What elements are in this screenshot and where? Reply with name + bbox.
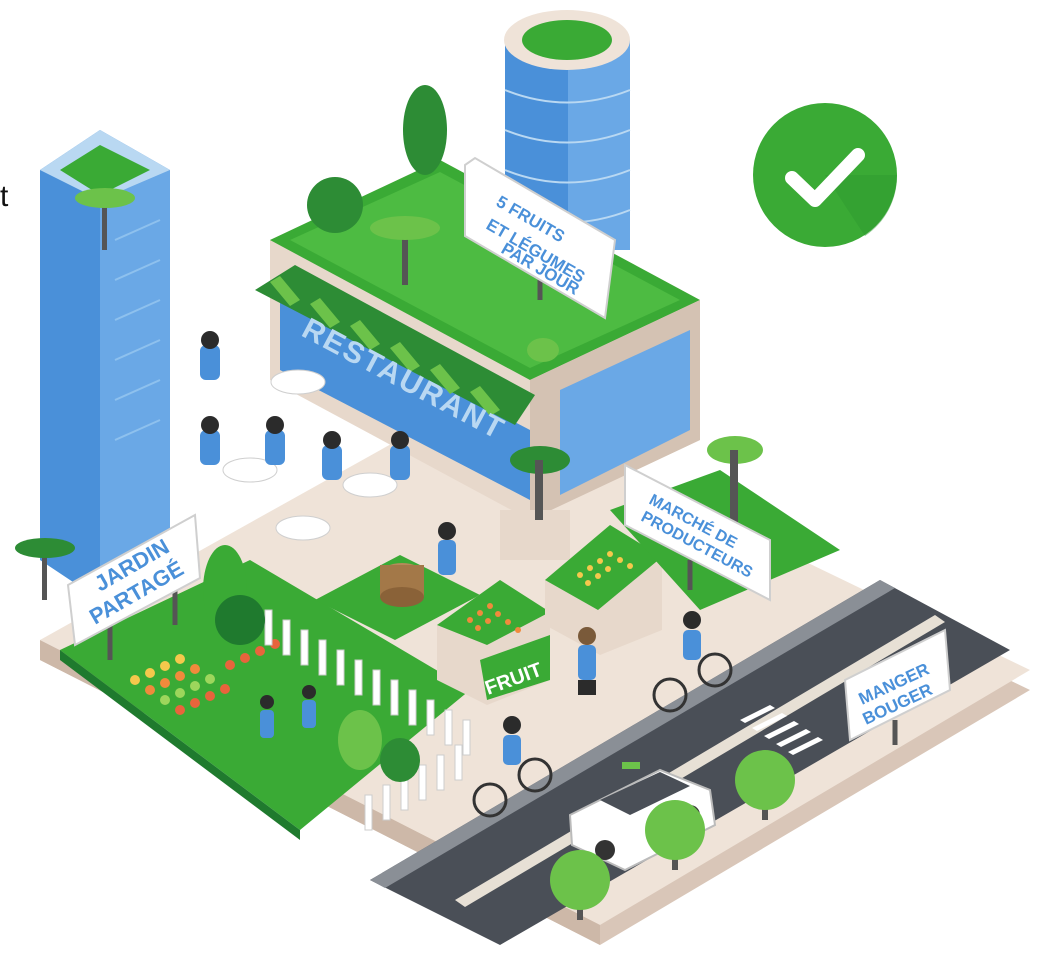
pedestrian-1 — [578, 627, 596, 695]
isometric-city-illustration: RESTAURANT 5 FRUITS ET LÉGUMES PAR JOUR — [15, 10, 1030, 945]
restaurant-building: RESTAURANT — [255, 85, 700, 520]
child-2 — [302, 685, 316, 728]
child-1 — [260, 695, 274, 738]
pedestrian-2 — [438, 522, 456, 575]
checkmark-icon — [753, 103, 898, 247]
